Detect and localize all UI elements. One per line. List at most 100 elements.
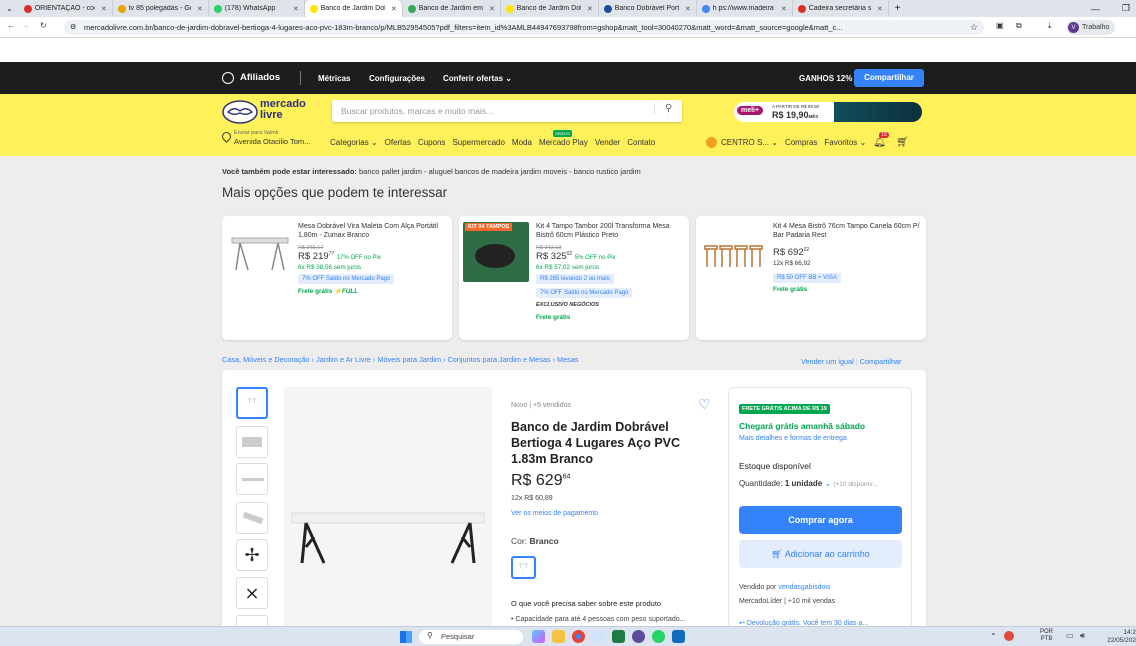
breadcrumb-item[interactable]: Mesas: [557, 355, 579, 364]
breadcrumb-item[interactable]: Conjuntos para Jardim e Mesas: [448, 355, 551, 364]
browser-tab[interactable]: Banco de Jardim em ✕: [403, 0, 501, 17]
buy-now-button[interactable]: Comprar agora: [739, 506, 902, 534]
restore-icon[interactable]: ❐: [1122, 3, 1130, 14]
add-to-cart-button[interactable]: 🛒︎ Adicionar ao carrinho: [739, 540, 902, 568]
tab-search-chevron-icon[interactable]: ⌄: [0, 4, 19, 13]
favorite-heart-icon[interactable]: ♡: [698, 396, 711, 413]
browser-tab[interactable]: Cadeira secretária sk ✕: [793, 0, 889, 17]
language-indicator[interactable]: POR PTB: [1040, 629, 1053, 643]
app-icon[interactable]: [592, 630, 605, 643]
reload-icon[interactable]: ↻: [40, 21, 47, 30]
payment-methods-link[interactable]: Ver os meios de pagamento: [511, 510, 598, 517]
affiliates-configuracoes[interactable]: Configurações: [369, 74, 425, 83]
nav-ofertas[interactable]: Ofertas: [385, 138, 411, 147]
divider: [300, 71, 301, 85]
download-icon[interactable]: ⤓: [1048, 21, 1052, 31]
tray-app-icon[interactable]: [1004, 631, 1014, 641]
thumbnail-2[interactable]: [236, 426, 268, 458]
affiliates-conferir-ofertas[interactable]: Conferir ofertas ⌄: [443, 74, 512, 83]
sell-similar-link[interactable]: Vender um igual: [801, 357, 854, 366]
affiliates-brand[interactable]: Afiliados: [240, 72, 280, 83]
thumbnail-4[interactable]: [236, 502, 268, 534]
thumbnail-3[interactable]: [236, 463, 268, 495]
copilot-icon[interactable]: [532, 630, 545, 643]
quantity-selector[interactable]: Quantidade: 1 unidade ⌄ (+10 disponív...: [739, 479, 878, 488]
close-tab-icon[interactable]: ✕: [587, 5, 593, 13]
chrome-profile-icon[interactable]: [632, 630, 645, 643]
affiliates-metricas[interactable]: Métricas: [318, 74, 350, 83]
bookmark-star-icon[interactable]: ☆: [970, 22, 978, 33]
chrome-icon[interactable]: [572, 630, 585, 643]
browser-tab[interactable]: Banco de Jardim Dob ✕: [501, 0, 599, 17]
share-button[interactable]: Compartilhar: [854, 69, 924, 87]
clock[interactable]: 14:2 22/05/202: [1106, 629, 1136, 645]
network-icon[interactable]: ▭: [1066, 631, 1074, 640]
search-icon[interactable]: ⚲: [654, 103, 682, 114]
excel-icon[interactable]: [612, 630, 625, 643]
share-link[interactable]: Compartilhar: [860, 357, 902, 366]
close-tab-icon[interactable]: ✕: [685, 5, 691, 13]
url-field[interactable]: ⚙ mercadolivre.com.br/banco-de-jardim-do…: [64, 20, 984, 35]
close-tab-icon[interactable]: ✕: [293, 5, 299, 13]
close-tab-icon[interactable]: ✕: [101, 5, 107, 13]
minimize-icon[interactable]: —: [1091, 4, 1100, 14]
location-selector[interactable]: Enviar para Valmir Avenida Otacilio Tom.…: [220, 130, 328, 150]
rec-card-2[interactable]: KIT 04 TAMPOS Kit 4 Tampo Tambor 200l Tr…: [459, 216, 689, 340]
windows-start-icon[interactable]: [400, 631, 412, 643]
close-tab-icon[interactable]: ✕: [781, 5, 787, 13]
nav-compras[interactable]: Compras: [785, 138, 817, 147]
browser-tab[interactable]: (178) WhatsApp ✕: [209, 0, 305, 17]
thumbnail-6[interactable]: ⨯: [236, 577, 268, 609]
extension-icon[interactable]: ▣: [996, 21, 1004, 30]
thumbnail-7[interactable]: [236, 615, 268, 626]
nav-cupons[interactable]: Cupons: [418, 138, 446, 147]
thumbnail-5[interactable]: ✢: [236, 539, 268, 571]
thumbnail-1[interactable]: ⊤⊤: [236, 387, 268, 419]
free-badge: GRÁTIS: [552, 130, 572, 137]
rec-card-1[interactable]: Mesa Dobrável Vira Maleta Com Alça Portá…: [222, 216, 452, 340]
back-icon[interactable]: ←: [7, 21, 15, 30]
site-info-icon[interactable]: ⚙: [70, 23, 76, 31]
profile-chip[interactable]: V Trabalho: [1066, 20, 1116, 35]
outlook-icon[interactable]: [672, 630, 685, 643]
breadcrumb-item[interactable]: Móveis para Jardim: [377, 355, 441, 364]
breadcrumb-item[interactable]: Casa, Móveis e Decoração: [222, 355, 310, 364]
meli-plus-promo[interactable]: meli+ A PARTIR DE R$ 69,90 R$ 19,90MÊS: [734, 102, 922, 122]
browser-tab[interactable]: h ps://www.madeira ✕: [697, 0, 793, 17]
puzzle-icon[interactable]: ⧉: [1016, 21, 1022, 31]
nav-categorias[interactable]: Categorias ⌄: [330, 138, 378, 147]
shipping-details-link[interactable]: Mais detalhes e formas de entrega: [739, 435, 847, 442]
close-tab-icon[interactable]: ✕: [391, 5, 397, 13]
rec-card-3[interactable]: Kit 4 Mesa Bistrô 76cm Tampo Canela 60cm…: [696, 216, 926, 340]
section-title: Mais opções que podem te interessar: [222, 185, 448, 200]
product-main-image[interactable]: [284, 387, 492, 626]
browser-tab[interactable]: Banco de Jardim Dob ✕: [304, 0, 403, 17]
cart-icon[interactable]: 🛒︎: [896, 137, 909, 148]
close-tab-icon[interactable]: ✕: [489, 5, 495, 13]
nav-vender[interactable]: Vender: [595, 138, 620, 147]
bell-icon[interactable]: 🔔︎ 15: [873, 132, 889, 148]
close-tab-icon[interactable]: ✕: [877, 5, 883, 13]
tray-chevron-icon[interactable]: ⌃: [990, 632, 997, 641]
taskbar-search[interactable]: ⚲ Pesquisar: [419, 630, 523, 644]
browser-tab[interactable]: ORIENTAÇÃO - coord✕: [19, 0, 113, 17]
close-tab-icon[interactable]: ✕: [197, 5, 203, 13]
new-tab-button[interactable]: +: [889, 3, 907, 14]
whatsapp-icon[interactable]: [652, 630, 665, 643]
browser-tab[interactable]: tv 85 polegadas - Go ✕: [113, 0, 209, 17]
nav-mercado-play[interactable]: GRÁTIS Mercado Play: [539, 130, 588, 147]
nav-contato[interactable]: Contato: [627, 138, 655, 147]
nav-supermercado[interactable]: Supermercado: [452, 138, 504, 147]
forward-icon[interactable]: →: [22, 21, 30, 30]
breadcrumb-item[interactable]: Jardim e Ar Livre: [316, 355, 371, 364]
browser-tab[interactable]: Banco Dobrável Port ✕: [599, 0, 697, 17]
seller-link[interactable]: vendasgabisdois: [778, 584, 830, 591]
file-explorer-icon[interactable]: [552, 630, 565, 643]
nav-favoritos[interactable]: Favoritos ⌄: [824, 138, 866, 147]
ml-logo[interactable]: mercado livre: [222, 99, 306, 125]
user-menu[interactable]: CENTRO S... ⌄: [721, 138, 778, 147]
color-swatch-branco[interactable]: ⊤⊤: [511, 556, 536, 579]
search-input[interactable]: Buscar produtos, marcas e muito mais... …: [332, 100, 682, 122]
nav-moda[interactable]: Moda: [512, 138, 532, 147]
volume-icon[interactable]: 🔊︎: [1080, 631, 1085, 641]
